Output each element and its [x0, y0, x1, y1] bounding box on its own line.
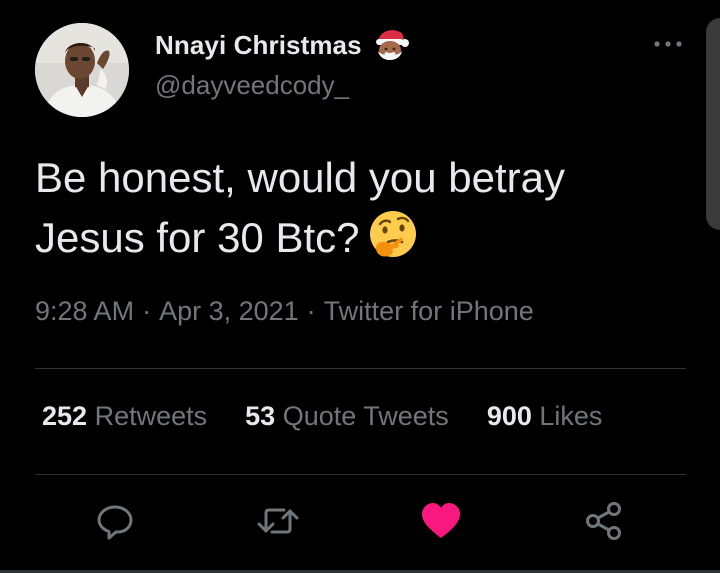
share-icon [583, 500, 625, 547]
tweet-metadata: 9:28 AM · Apr 3, 2021 · Twitter for iPhone [35, 296, 534, 327]
likes-count: 900 [486, 401, 532, 431]
display-name[interactable]: Nnayi Christmas [155, 30, 362, 61]
tweet-text-line-with-emoji: Jesus for 30 Btc? [35, 208, 675, 268]
user-handle[interactable]: @dayveedcody_ [155, 70, 349, 101]
divider [35, 368, 686, 369]
author-name-row[interactable]: Nnayi Christmas [155, 28, 410, 62]
likes-label: Likes [539, 401, 603, 431]
meta-separator: · [306, 296, 316, 326]
retweets-label: Retweets [94, 401, 208, 431]
meta-separator: · [142, 296, 152, 326]
santa-claus-emoji-icon [370, 25, 410, 65]
quote-tweets-stat[interactable]: 53 Quote Tweets [245, 401, 449, 432]
divider [35, 474, 686, 475]
share-button[interactable] [582, 501, 626, 545]
retweets-stat[interactable]: 252 Retweets [42, 401, 207, 432]
heart-icon [420, 501, 462, 546]
reply-button[interactable] [93, 501, 137, 545]
thinking-face-emoji-icon [366, 208, 420, 262]
tweet-text-line: Jesus for 30 Btc? [35, 214, 360, 261]
engagement-stats: 252 Retweets 53 Quote Tweets 900 Likes [42, 401, 602, 432]
like-button[interactable] [419, 501, 463, 545]
retweet-button[interactable] [256, 501, 300, 545]
likes-stat[interactable]: 900 Likes [487, 401, 603, 432]
tweet-source[interactable]: Twitter for iPhone [324, 296, 534, 326]
tweet-text: Be honest, would you betray Jesus for 30… [35, 148, 675, 268]
quote-tweets-count: 53 [245, 401, 276, 431]
tweet-date[interactable]: Apr 3, 2021 [159, 296, 299, 326]
reply-icon [95, 501, 135, 546]
scrollbar[interactable] [706, 18, 720, 230]
avatar-image [35, 23, 129, 117]
retweet-icon [256, 501, 300, 546]
tweet-detail: Nnayi Christmas @dayveedcody_ Be honest,… [0, 0, 720, 573]
avatar[interactable] [35, 23, 129, 117]
quote-tweets-label: Quote Tweets [282, 401, 449, 431]
tweet-time[interactable]: 9:28 AM [35, 296, 134, 326]
retweets-count: 252 [42, 401, 88, 431]
tweet-text-line: Be honest, would you betray [35, 154, 566, 201]
more-options-icon[interactable] [652, 34, 684, 54]
